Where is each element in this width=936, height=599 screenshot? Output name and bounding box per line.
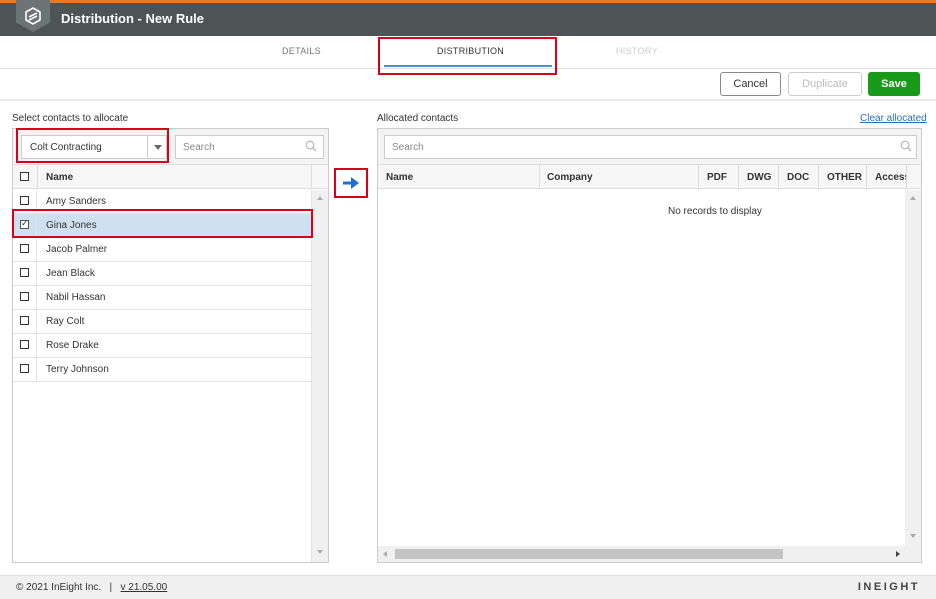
allocate-highlight-box [334,168,368,198]
divider [0,99,936,101]
scroll-up-icon[interactable] [317,196,323,200]
column-divider [698,165,699,189]
row-checkbox[interactable] [20,268,29,277]
column-divider [539,165,540,189]
allocated-horizontal-scrollbar[interactable] [378,546,905,562]
footer-separator: | [109,582,113,593]
clear-allocated-link[interactable]: Clear allocated [860,113,927,124]
copyright-text: © 2021 InEight Inc. [16,582,102,593]
column-header-dwg[interactable]: DWG [747,172,771,183]
footer: © 2021 InEight Inc. | v 21.05.00 INEIGHT [0,575,936,599]
selected-row-highlight-box [12,209,313,238]
column-divider [818,165,819,189]
ineight-logo-icon [16,0,50,32]
allocated-grid-header: Name Company PDF DWG DOC OTHER Access [378,165,921,189]
contact-name: Terry Johnson [46,364,109,375]
app-header: Distribution - New Rule [0,0,936,36]
contact-name: Nabil Hassan [46,292,106,303]
allocated-panel: Name Company PDF DWG DOC OTHER Access No… [377,128,922,563]
contact-row[interactable]: Jean Black [13,262,311,286]
duplicate-button: Duplicate [788,72,862,96]
allocated-search-input[interactable] [384,135,917,159]
company-select-highlight-box [16,128,169,163]
contact-name: Rose Drake [46,340,99,351]
contact-row[interactable]: Jacob Palmer [13,238,311,262]
footer-info: © 2021 InEight Inc. | v 21.05.00 [16,582,167,593]
scroll-down-icon[interactable] [910,534,916,538]
contact-name: Amy Sanders [46,196,107,207]
contact-row[interactable]: Nabil Hassan [13,286,311,310]
row-check-cell [13,262,37,285]
row-checkbox[interactable] [20,196,29,205]
row-checkbox[interactable] [20,292,29,301]
brand-logo: INEIGHT [857,581,920,593]
column-divider [778,165,779,189]
empty-records-message: No records to display [668,206,762,217]
grid-header-spacer [311,165,328,189]
allocated-contacts-label: Allocated contacts [377,113,459,124]
tab-highlight-box [378,37,557,75]
contact-name: Jean Black [46,268,95,279]
select-contacts-label: Select contacts to allocate [12,113,129,124]
column-header-name[interactable]: Name [46,172,73,183]
row-check-cell [13,358,37,381]
column-divider [866,165,867,189]
row-checkbox[interactable] [20,244,29,253]
contact-name: Ray Colt [46,316,85,327]
column-header-other[interactable]: OTHER [827,172,862,183]
allocated-vertical-scrollbar[interactable] [905,190,921,546]
contact-name: Jacob Palmer [46,244,108,255]
row-checkbox[interactable] [20,316,29,325]
tab-details[interactable]: DETAILS [282,46,321,56]
search-icon[interactable] [900,140,912,152]
scroll-right-icon[interactable] [896,551,900,557]
contacts-search-input[interactable] [175,135,324,159]
scroll-left-icon[interactable] [383,551,387,557]
allocated-toolbar [378,129,921,165]
page-title: Distribution - New Rule [61,11,204,26]
contacts-grid-header: Name [13,165,311,189]
scrollbar-thumb[interactable] [395,549,783,559]
contact-row[interactable]: Ray Colt [13,310,311,334]
row-checkbox[interactable] [20,364,29,373]
tab-history: HISTORY [616,46,658,56]
column-header-access[interactable]: Access [875,172,907,183]
row-check-cell [13,286,37,309]
version-link[interactable]: v 21.05.00 [121,582,168,593]
select-all-checkbox[interactable] [20,172,29,181]
scrollbar-corner [905,546,921,562]
column-header-name[interactable]: Name [386,172,413,183]
row-check-cell [13,334,37,357]
row-checkbox[interactable] [20,340,29,349]
column-divider [738,165,739,189]
contact-row[interactable]: Terry Johnson [13,358,311,382]
save-button[interactable]: Save [868,72,920,96]
scroll-down-icon[interactable] [317,550,323,554]
contacts-scrollbar[interactable] [311,190,328,562]
row-check-cell [13,238,37,261]
contacts-panel: Colt Contracting Name Amy Sanders Gina J… [12,128,329,563]
row-check-cell [13,310,37,333]
column-divider [906,165,907,189]
column-header-company[interactable]: Company [547,172,593,183]
contact-row[interactable]: Rose Drake [13,334,311,358]
column-header-doc[interactable]: DOC [787,172,809,183]
search-icon[interactable] [305,140,317,152]
column-header-pdf[interactable]: PDF [707,172,727,183]
cancel-button[interactable]: Cancel [720,72,781,96]
column-divider [37,165,38,189]
scroll-up-icon[interactable] [910,196,916,200]
